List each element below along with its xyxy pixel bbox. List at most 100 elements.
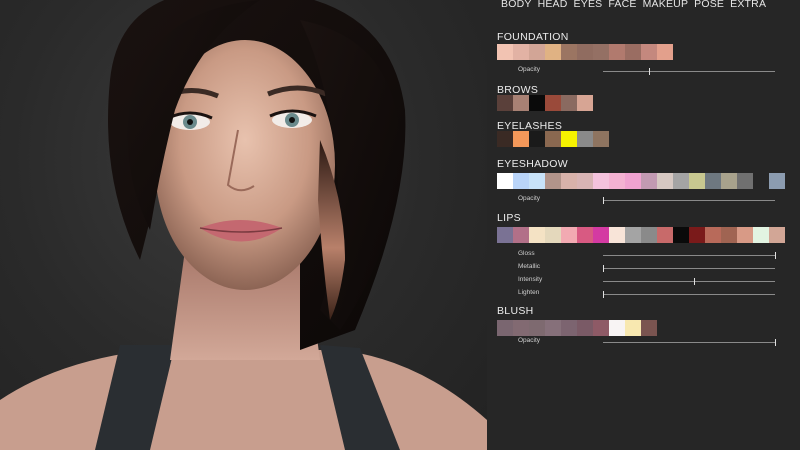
swatches-eyeshadow: [497, 173, 785, 189]
slider-thumb[interactable]: [603, 197, 604, 204]
color-swatch-lips-4[interactable]: [545, 227, 561, 243]
color-swatch-lips-15[interactable]: [721, 227, 737, 243]
color-swatch-lips-7[interactable]: [593, 227, 609, 243]
color-swatch-brows-3[interactable]: [529, 95, 545, 111]
tab-makeup[interactable]: MAKEUP: [643, 0, 689, 10]
color-swatch-lips-2[interactable]: [513, 227, 529, 243]
section-title-lips: LIPS: [497, 212, 521, 224]
color-swatch-lips-14[interactable]: [705, 227, 721, 243]
color-swatch-brows-6[interactable]: [577, 95, 593, 111]
color-swatch-brows-5[interactable]: [561, 95, 577, 111]
slider-track[interactable]: [603, 265, 775, 272]
slider-label: Gloss: [518, 250, 535, 257]
color-swatch-lips-12[interactable]: [673, 227, 689, 243]
color-swatch-blush-7[interactable]: [593, 320, 609, 336]
color-swatch-lips-1[interactable]: [497, 227, 513, 243]
color-swatch-foundation-5[interactable]: [561, 44, 577, 60]
color-swatch-brows-1[interactable]: [497, 95, 513, 111]
slider-thumb[interactable]: [775, 252, 776, 259]
color-swatch-eyeshadow-8[interactable]: [609, 173, 625, 189]
color-swatch-lips-11[interactable]: [657, 227, 673, 243]
slider-thumb[interactable]: [649, 68, 651, 75]
color-swatch-eyeshadow-9[interactable]: [625, 173, 641, 189]
section-title-eyeshadow: EYESHADOW: [497, 158, 568, 170]
color-swatch-foundation-8[interactable]: [609, 44, 625, 60]
color-swatch-eyeshadow-6[interactable]: [577, 173, 593, 189]
color-swatch-eyeshadow-2[interactable]: [513, 173, 529, 189]
color-swatch-foundation-9[interactable]: [625, 44, 641, 60]
color-swatch-foundation-3[interactable]: [529, 44, 545, 60]
color-swatch-blush-4[interactable]: [545, 320, 561, 336]
color-swatch-eyeshadow-1[interactable]: [497, 173, 513, 189]
color-swatch-foundation-4[interactable]: [545, 44, 561, 60]
color-swatch-brows-4[interactable]: [545, 95, 561, 111]
color-swatch-eyeshadow-7[interactable]: [593, 173, 609, 189]
color-swatch-eyeshadow-4[interactable]: [545, 173, 561, 189]
color-swatch-foundation-1[interactable]: [497, 44, 513, 60]
color-swatch-eyelashes-7[interactable]: [593, 131, 609, 147]
color-swatch-lips-3[interactable]: [529, 227, 545, 243]
color-swatch-eyeshadow-14[interactable]: [705, 173, 721, 189]
tab-extra[interactable]: EXTRA: [730, 0, 766, 10]
color-swatch-blush-8[interactable]: [609, 320, 625, 336]
swatches-eyelashes: [497, 131, 609, 147]
swatch-spacer: [753, 173, 769, 189]
color-swatch-eyelashes-4[interactable]: [545, 131, 561, 147]
color-swatch-lips-5[interactable]: [561, 227, 577, 243]
color-swatch-eyelashes-2[interactable]: [513, 131, 529, 147]
color-swatch-lips-6[interactable]: [577, 227, 593, 243]
color-swatch-blush-1[interactable]: [497, 320, 513, 336]
color-swatch-eyeshadow-15[interactable]: [721, 173, 737, 189]
tab-eyes[interactable]: EYES: [574, 0, 603, 10]
character-viewport[interactable]: [0, 0, 487, 450]
color-swatch-lips-18[interactable]: [769, 227, 785, 243]
color-swatch-eyeshadow-3[interactable]: [529, 173, 545, 189]
color-swatch-eyelashes-5[interactable]: [561, 131, 577, 147]
color-swatch-eyeshadow-5[interactable]: [561, 173, 577, 189]
color-swatch-blush-2[interactable]: [513, 320, 529, 336]
slider-track[interactable]: [603, 339, 776, 346]
tab-face[interactable]: FACE: [608, 0, 636, 10]
slider-track[interactable]: [603, 291, 775, 298]
slider-track[interactable]: [603, 252, 776, 259]
color-swatch-eyeshadow-16[interactable]: [737, 173, 753, 189]
tab-pose[interactable]: POSE: [694, 0, 724, 10]
color-swatch-eyelashes-1[interactable]: [497, 131, 513, 147]
slider-track[interactable]: [603, 68, 775, 75]
tab-body[interactable]: BODY: [501, 0, 532, 10]
color-swatch-lips-13[interactable]: [689, 227, 705, 243]
color-swatch-blush-6[interactable]: [577, 320, 593, 336]
color-swatch-eyelashes-6[interactable]: [577, 131, 593, 147]
slider-label: Metallic: [518, 263, 541, 270]
color-swatch-lips-16[interactable]: [737, 227, 753, 243]
color-swatch-eyeshadow-11[interactable]: [657, 173, 673, 189]
color-swatch-eyelashes-3[interactable]: [529, 131, 545, 147]
color-swatch-eyeshadow-13[interactable]: [689, 173, 705, 189]
color-swatch-foundation-11[interactable]: [657, 44, 673, 60]
slider-label: Opacity: [518, 195, 541, 202]
color-swatch-foundation-7[interactable]: [593, 44, 609, 60]
color-swatch-eyeshadow-12[interactable]: [673, 173, 689, 189]
color-swatch-blush-9[interactable]: [625, 320, 641, 336]
color-swatch-lips-8[interactable]: [609, 227, 625, 243]
slider-thumb[interactable]: [694, 278, 696, 285]
slider-track[interactable]: [603, 278, 775, 285]
color-swatch-brows-2[interactable]: [513, 95, 529, 111]
color-swatch-blush-5[interactable]: [561, 320, 577, 336]
color-swatch-foundation-6[interactable]: [577, 44, 593, 60]
slider-thumb[interactable]: [775, 339, 776, 346]
color-swatch-eyeshadow-18[interactable]: [769, 173, 785, 189]
color-swatch-blush-3[interactable]: [529, 320, 545, 336]
color-swatch-lips-10[interactable]: [641, 227, 657, 243]
slider-thumb[interactable]: [603, 265, 604, 272]
color-swatch-foundation-10[interactable]: [641, 44, 657, 60]
color-swatch-eyeshadow-10[interactable]: [641, 173, 657, 189]
color-swatch-blush-10[interactable]: [641, 320, 657, 336]
color-swatch-lips-9[interactable]: [625, 227, 641, 243]
color-swatch-lips-17[interactable]: [753, 227, 769, 243]
slider-label: Opacity: [518, 66, 541, 73]
slider-track[interactable]: [603, 197, 775, 204]
slider-thumb[interactable]: [603, 291, 604, 298]
tab-head[interactable]: HEAD: [538, 0, 568, 10]
color-swatch-foundation-2[interactable]: [513, 44, 529, 60]
